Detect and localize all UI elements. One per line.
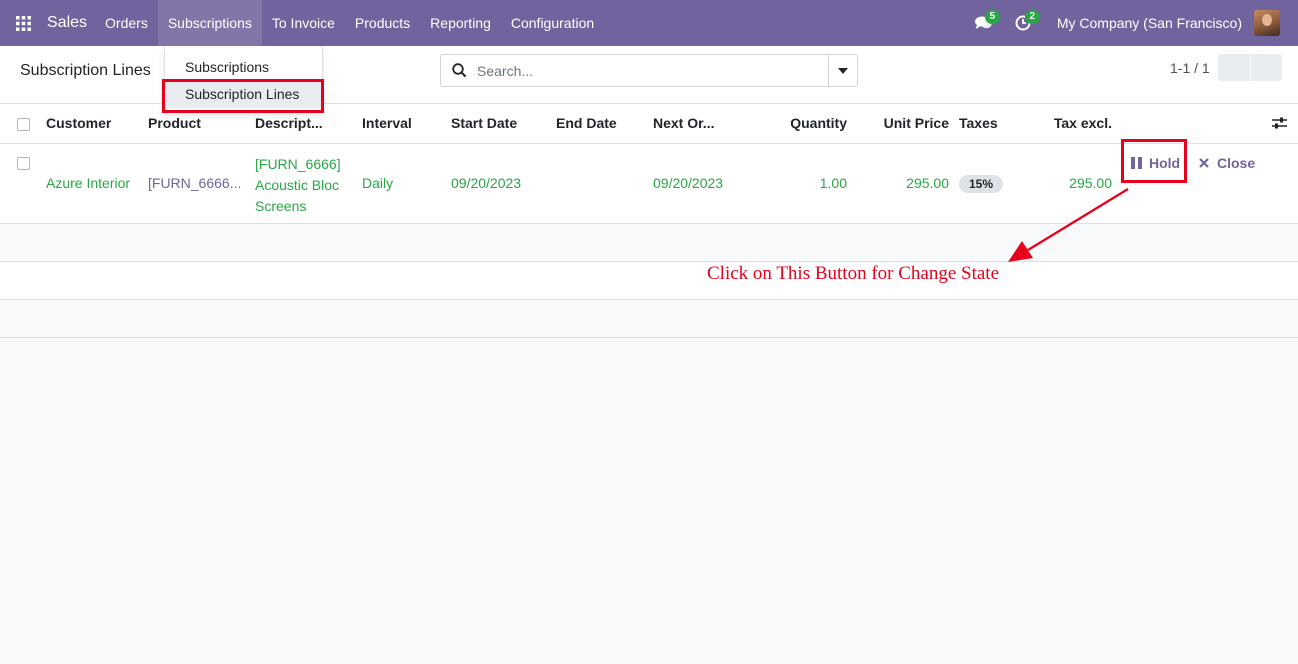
tax-badge: 15% bbox=[959, 175, 1004, 193]
column-interval[interactable]: Interval bbox=[362, 115, 412, 131]
menu-to-invoice[interactable]: To Invoice bbox=[262, 0, 345, 46]
menu-reporting[interactable]: Reporting bbox=[420, 0, 501, 46]
user-avatar[interactable] bbox=[1254, 10, 1280, 36]
description-line: [FURN_6666] bbox=[255, 156, 341, 172]
column-unit-price[interactable]: Unit Price bbox=[859, 115, 949, 131]
menu-products[interactable]: Products bbox=[345, 0, 420, 46]
empty-row bbox=[0, 300, 1298, 338]
column-taxes[interactable]: Taxes bbox=[959, 115, 998, 131]
activities-count-badge: 2 bbox=[1024, 10, 1040, 24]
search-icon bbox=[441, 63, 477, 78]
highlight-box-hold-button bbox=[1121, 139, 1187, 183]
description-line: Screens bbox=[255, 198, 307, 214]
select-all-checkbox[interactable] bbox=[17, 118, 30, 131]
messages-button[interactable]: 5 bbox=[963, 0, 1003, 46]
cell-unit-price[interactable]: 295.00 bbox=[859, 175, 949, 191]
app-name[interactable]: Sales bbox=[47, 14, 87, 32]
column-product[interactable]: Product bbox=[148, 115, 201, 131]
column-description[interactable]: Descript... bbox=[255, 115, 323, 131]
navbar-systray: 5 2 My Company (San Francisco) bbox=[963, 0, 1298, 46]
sliders-icon bbox=[1272, 117, 1287, 129]
messages-count-badge: 5 bbox=[984, 10, 1000, 24]
pager-value[interactable]: 1-1 / 1 bbox=[1170, 60, 1210, 76]
column-next-order[interactable]: Next Or... bbox=[653, 115, 714, 131]
column-customer[interactable]: Customer bbox=[46, 115, 111, 131]
cell-tax-excl[interactable]: 295.00 bbox=[1030, 175, 1112, 191]
cell-customer[interactable]: Azure Interior bbox=[46, 175, 130, 191]
cell-next-order[interactable]: 09/20/2023 bbox=[653, 175, 723, 191]
close-icon bbox=[1199, 158, 1209, 168]
column-quantity[interactable]: Quantity bbox=[767, 115, 847, 131]
highlight-box-menu-item bbox=[162, 79, 324, 113]
menu-subscriptions[interactable]: Subscriptions bbox=[157, 0, 262, 46]
caret-down-icon bbox=[838, 67, 848, 74]
search-options-toggle[interactable] bbox=[828, 55, 857, 86]
search-bar bbox=[440, 54, 858, 87]
optional-columns-toggle[interactable] bbox=[1272, 116, 1287, 133]
column-tax-excl[interactable]: Tax excl. bbox=[1030, 115, 1112, 131]
cell-quantity[interactable]: 1.00 bbox=[767, 175, 847, 191]
menu-orders[interactable]: Orders bbox=[95, 0, 158, 46]
column-end-date[interactable]: End Date bbox=[556, 115, 617, 131]
activities-button[interactable]: 2 bbox=[1003, 0, 1043, 46]
menu-configuration[interactable]: Configuration bbox=[501, 0, 604, 46]
cell-start-date[interactable]: 09/20/2023 bbox=[451, 175, 521, 191]
pager-previous-button[interactable] bbox=[1218, 54, 1250, 81]
row-checkbox[interactable] bbox=[17, 157, 30, 170]
cell-interval[interactable]: Daily bbox=[362, 175, 393, 191]
top-navbar: Sales Orders Subscriptions To Invoice Pr… bbox=[0, 0, 1298, 46]
close-button[interactable]: Close bbox=[1199, 154, 1255, 172]
cell-product[interactable]: [FURN_6666... bbox=[148, 175, 241, 191]
close-label: Close bbox=[1217, 155, 1256, 171]
company-switcher[interactable]: My Company (San Francisco) bbox=[1057, 15, 1242, 31]
annotation-text: Click on This Button for Change State bbox=[707, 263, 1000, 284]
apps-grid-icon[interactable] bbox=[0, 0, 46, 46]
empty-row bbox=[0, 224, 1298, 262]
dropdown-item-subscriptions[interactable]: Subscriptions bbox=[165, 54, 322, 81]
description-line: Acoustic Bloc bbox=[255, 177, 340, 193]
table-row[interactable]: Azure Interior [FURN_6666... [FURN_6666]… bbox=[0, 144, 1298, 224]
pager-next-button[interactable] bbox=[1250, 54, 1282, 81]
empty-row bbox=[0, 262, 1298, 300]
column-start-date[interactable]: Start Date bbox=[451, 115, 517, 131]
breadcrumb-title: Subscription Lines bbox=[20, 62, 151, 79]
search-input[interactable] bbox=[477, 56, 828, 85]
cell-description[interactable]: [FURN_6666] Acoustic Bloc Screens bbox=[255, 154, 341, 217]
